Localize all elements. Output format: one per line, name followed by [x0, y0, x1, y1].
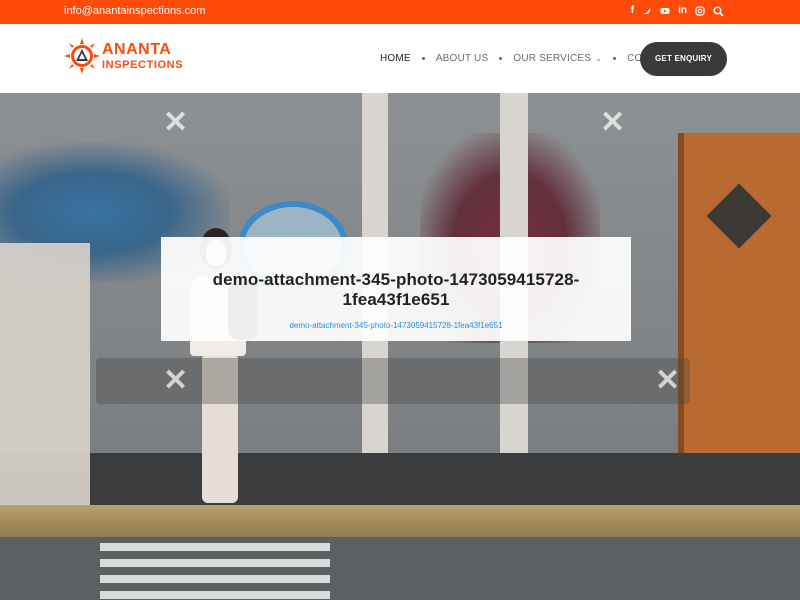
- get-enquiry-button[interactable]: GET ENQUIRY: [640, 42, 727, 76]
- hero-caption-box: demo-attachment-345-photo-1473059415728-…: [161, 237, 631, 341]
- sun-logo-icon: [64, 38, 100, 74]
- email-link[interactable]: info@anantainspections.com: [64, 5, 205, 17]
- site-header: ANANTA INSPECTIONS HOME ABOUT US OUR SER…: [0, 24, 800, 93]
- linkedin-icon[interactable]: in: [678, 5, 687, 17]
- nav-separator: [613, 57, 617, 60]
- instagram-icon[interactable]: [695, 6, 705, 16]
- watermark-x-icon: ✕: [163, 106, 189, 139]
- watermark-x-icon: ✕: [163, 364, 189, 397]
- hero-attachment-link[interactable]: demo-attachment-345-photo-1473059415728-…: [161, 321, 631, 330]
- social-links: f in: [631, 5, 724, 17]
- nav-our-services[interactable]: OUR SERVICES ⌄: [513, 53, 602, 64]
- nav-our-services-label: OUR SERVICES: [513, 53, 592, 64]
- hero-side-wall: [0, 243, 90, 513]
- logo-subtitle: INSPECTIONS: [102, 58, 184, 71]
- watermark-x-icon: ✕: [655, 364, 681, 397]
- nav-about-us[interactable]: ABOUT US: [436, 53, 489, 64]
- hero-title: demo-attachment-345-photo-1473059415728-…: [212, 270, 580, 309]
- chevron-down-icon: ⌄: [595, 54, 603, 63]
- nav-separator: [499, 57, 503, 60]
- hero-banner: ✕ ✕ ✕ ✕: [0, 93, 800, 600]
- nav-home[interactable]: HOME: [380, 53, 411, 64]
- twitter-icon[interactable]: [642, 6, 652, 16]
- facebook-icon[interactable]: f: [631, 5, 634, 17]
- door-window: [706, 183, 772, 249]
- logo-title: ANANTA: [102, 40, 172, 58]
- top-bar: info@anantainspections.com f in: [0, 0, 800, 24]
- hero-curb: [0, 505, 800, 537]
- hero-crosswalk: [100, 543, 330, 600]
- watermark-x-icon: ✕: [600, 106, 626, 139]
- site-logo[interactable]: ANANTA INSPECTIONS: [64, 38, 183, 74]
- search-icon[interactable]: [713, 5, 724, 17]
- hero-door: [678, 133, 800, 458]
- youtube-icon[interactable]: [660, 6, 670, 16]
- nav-separator: [421, 57, 425, 60]
